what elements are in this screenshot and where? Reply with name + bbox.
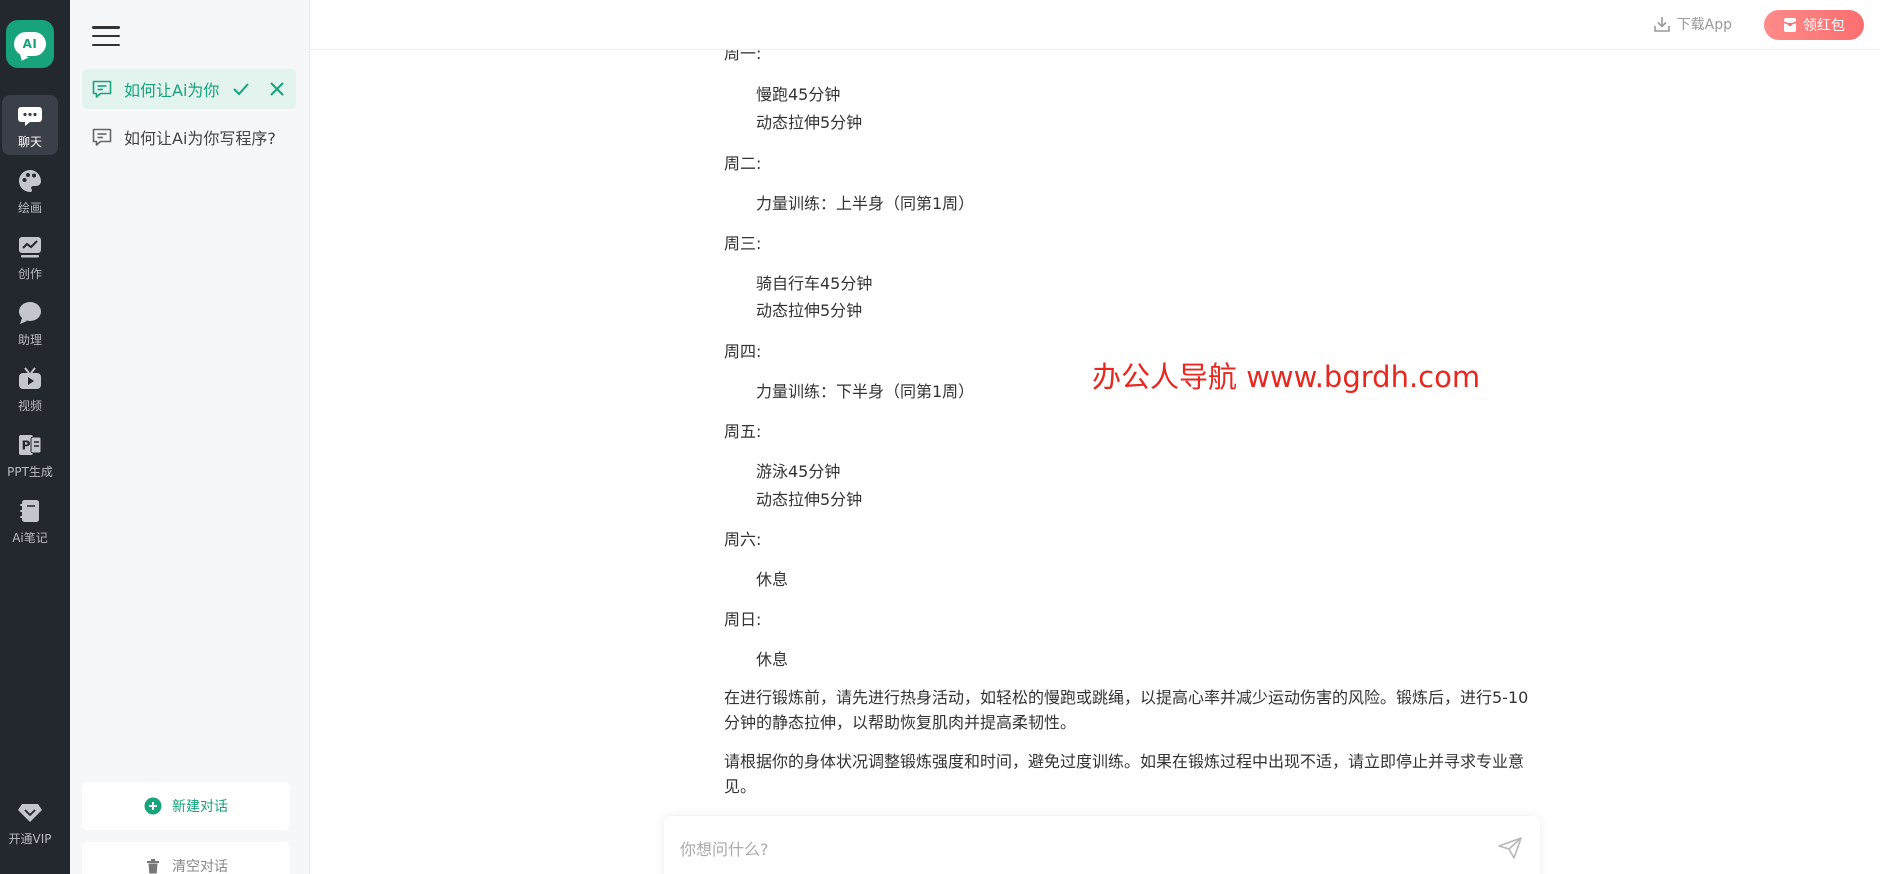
logo-bubble-icon: AI — [14, 32, 46, 56]
new-chat-label: 新建对话 — [172, 799, 228, 815]
trash-icon — [147, 859, 159, 874]
rail-item-create[interactable]: 创作 — [2, 227, 58, 287]
plan-item: 力量训练：下半身（同第1周） — [756, 382, 975, 401]
chat-icon — [18, 106, 42, 126]
rail-label-chat: 聊天 — [17, 134, 42, 149]
plan-item: 休息 — [756, 570, 789, 589]
nav-rail: AI 聊天 绘画 创作 助理 视频 P PPT生成 Ai笔记 开通VIP — [0, 0, 70, 874]
plan-item: 动态拉伸5分钟 — [756, 113, 863, 132]
ppt-icon: P — [19, 434, 42, 455]
red-packet-label: 领红包 — [1803, 18, 1845, 34]
hamburger-icon-line — [92, 34, 120, 38]
chart-icon — [19, 236, 41, 257]
red-packet-button[interactable]: 领红包 — [1764, 10, 1864, 40]
red-envelope-icon — [1783, 18, 1797, 32]
rail-item-video[interactable]: 视频 — [2, 359, 58, 419]
plan-item: 动态拉伸5分钟 — [756, 301, 863, 320]
message-square-icon — [92, 80, 112, 98]
day-heading: 周四: — [724, 342, 762, 361]
rail-item-assistant[interactable]: 助理 — [2, 293, 58, 353]
download-icon — [1653, 17, 1670, 32]
logo-text: AI — [22, 37, 38, 51]
plan-item: 休息 — [756, 650, 789, 669]
rail-item-ppt[interactable]: P PPT生成 — [2, 425, 58, 485]
clear-chats-button[interactable]: 清空对话 — [82, 842, 290, 874]
rail-label-video: 视频 — [17, 398, 42, 413]
clear-chats-label: 清空对话 — [172, 859, 228, 874]
conversation-sidebar: 如何让Ai为你 如何让Ai为你写程序? 新建对话 清空对话 — [70, 0, 310, 874]
plan-item: 慢跑45分钟 — [756, 85, 841, 104]
menu-toggle-button[interactable] — [92, 24, 120, 48]
plan-item: 骑自行车45分钟 — [756, 274, 873, 293]
bubble-icon — [19, 301, 41, 324]
plan-item: 力量训练：上半身（同第1周） — [756, 194, 975, 213]
plan-item: 游泳45分钟 — [756, 462, 841, 481]
confirm-check-icon[interactable] — [231, 79, 251, 99]
app-window: AI 聊天 绘画 创作 助理 视频 P PPT生成 Ai笔记 开通VIP 如何让… — [0, 0, 1880, 874]
tv-icon — [19, 366, 41, 389]
rail-item-vip[interactable]: 开通VIP — [2, 792, 58, 852]
app-logo[interactable]: AI — [6, 20, 54, 68]
svg-text:P: P — [22, 438, 31, 452]
download-app-link[interactable]: 下载App — [1653, 14, 1732, 34]
chat-input[interactable] — [680, 834, 1460, 864]
chat-main: 下载App 领红包 周一: 慢跑45分钟 动态拉伸5分钟 周二: 力量训练：上半… — [310, 0, 1880, 874]
diamond-icon — [18, 803, 42, 822]
rail-item-paint[interactable]: 绘画 — [2, 161, 58, 221]
day-heading: 周五: — [724, 422, 762, 441]
day-heading: 周三: — [724, 234, 762, 253]
conversation-item[interactable]: 如何让Ai为你写程序? — [82, 117, 296, 157]
rail-label-notes: Ai笔记 — [12, 530, 48, 545]
watermark: 办公人导航 www.bgrdh.com — [1092, 360, 1481, 394]
rail-item-notes[interactable]: Ai笔记 — [2, 491, 58, 551]
day-heading: 周二: — [724, 154, 762, 173]
conversation-title: 如何让Ai为你 — [124, 81, 220, 100]
rail-label-vip: 开通VIP — [8, 831, 52, 846]
cancel-close-icon[interactable] — [267, 79, 287, 99]
rail-label-paint: 绘画 — [17, 200, 42, 215]
rail-label-assistant: 助理 — [17, 332, 42, 347]
notebook-icon — [20, 499, 39, 522]
top-bar: 下载App 领红包 — [310, 0, 1880, 50]
message-paragraph: 请根据你的身体状况调整锻炼强度和时间，避免过度训练。如果在锻炼过程中出现不适，请… — [724, 752, 1525, 796]
rail-item-chat[interactable]: 聊天 — [2, 95, 58, 155]
day-heading: 周日: — [724, 610, 762, 629]
new-chat-button[interactable]: 新建对话 — [82, 782, 290, 830]
conversation-title: 如何让Ai为你写程序? — [124, 129, 276, 148]
hamburger-icon-line — [92, 43, 120, 46]
plus-circle-icon — [144, 797, 162, 815]
send-icon[interactable] — [1496, 834, 1524, 862]
message-paragraph: 在进行锻炼前，请先进行热身活动，如轻松的慢跑或跳绳，以提高心率并减少运动伤害的风… — [724, 688, 1529, 732]
message-square-icon — [92, 128, 112, 146]
rail-label-create: 创作 — [17, 266, 42, 281]
download-app-label: 下载App — [1676, 17, 1732, 33]
hamburger-icon-line — [92, 26, 120, 29]
plan-item: 动态拉伸5分钟 — [756, 490, 863, 509]
conversation-item-active[interactable]: 如何让Ai为你 — [82, 69, 296, 109]
palette-icon — [19, 169, 41, 192]
chat-input-box — [664, 816, 1540, 874]
day-heading: 周六: — [724, 530, 762, 549]
rail-label-ppt: PPT生成 — [7, 464, 53, 479]
